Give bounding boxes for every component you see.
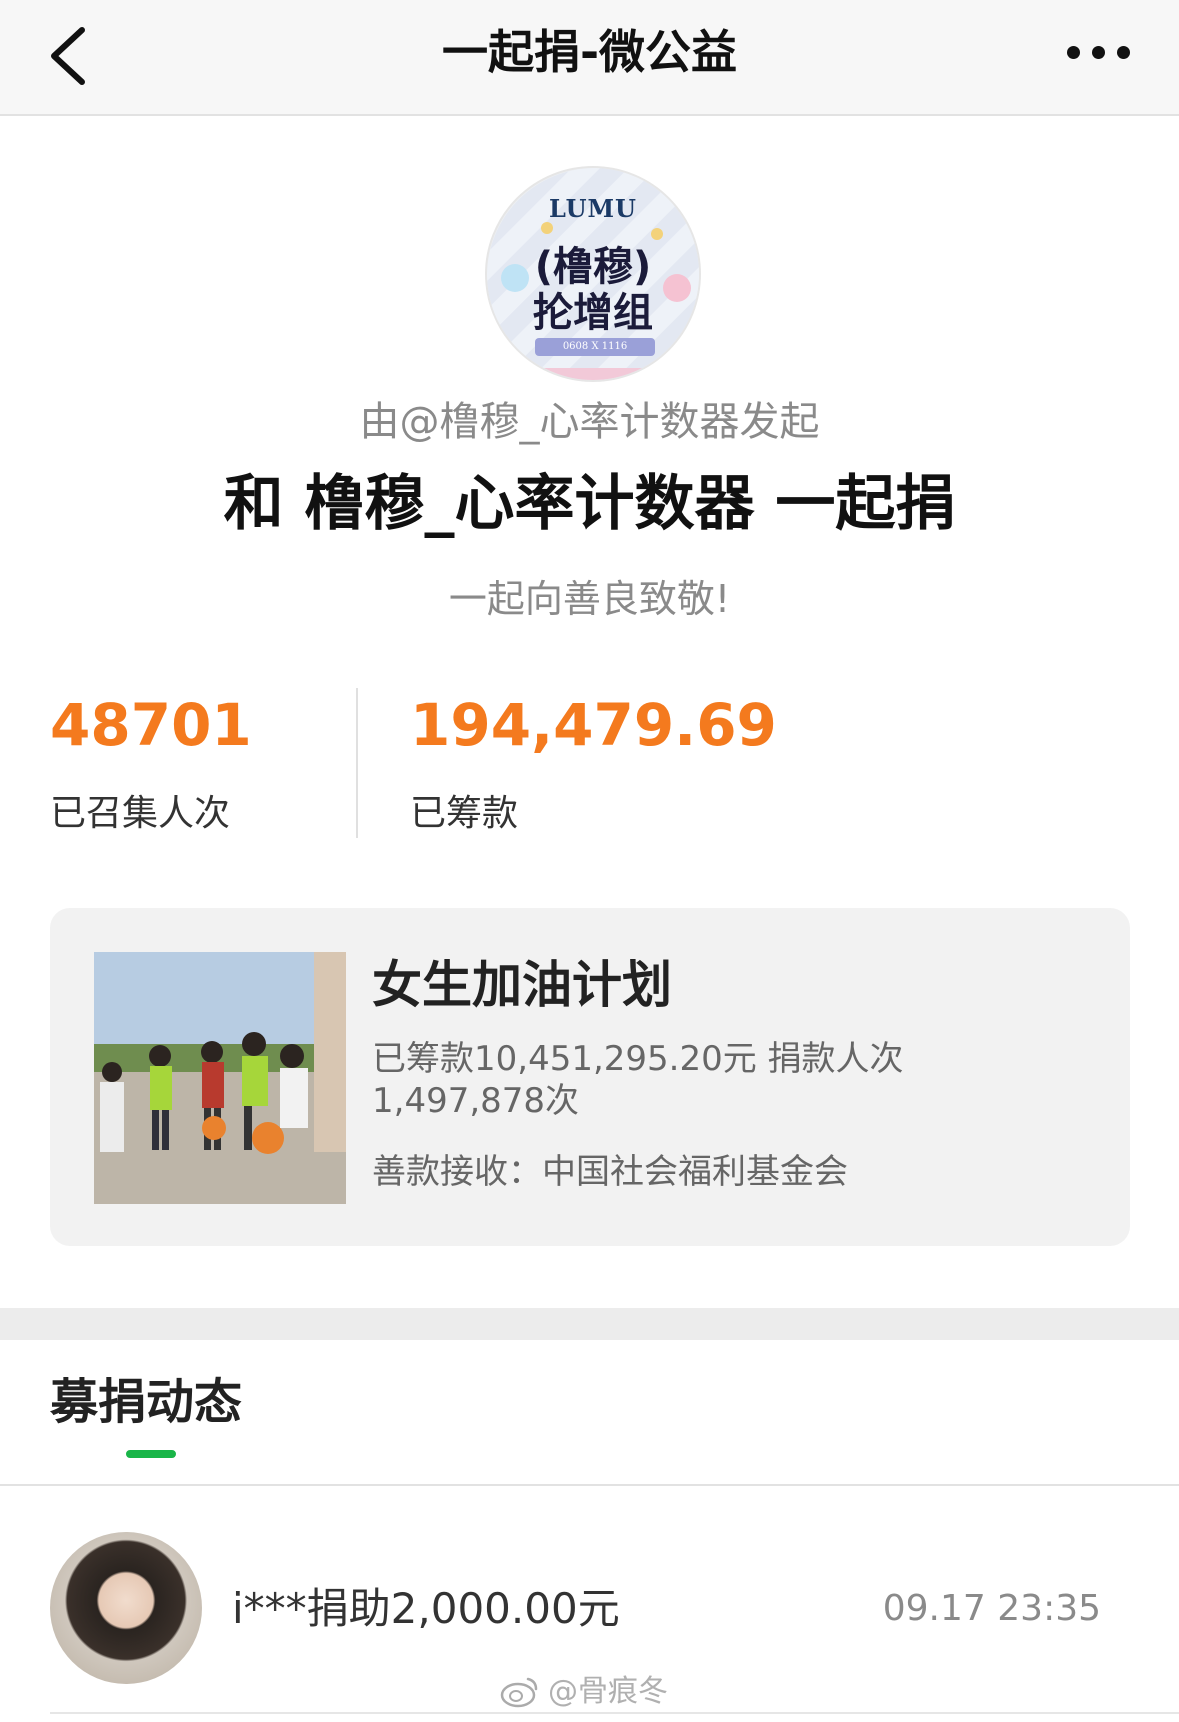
page-title: 一起捐-微公益	[441, 25, 738, 79]
active-tab-indicator	[126, 1450, 176, 1458]
campaign-headline: 和 橹穆_心率计数器 一起捐	[223, 469, 956, 539]
project-card[interactable]: 女生加油计划 已筹款10,451,295.20元 捐款人次1,497,878次 …	[50, 908, 1130, 1246]
initiator-text[interactable]: 由@橹穆_心率计数器发起	[0, 396, 1179, 448]
project-stats: 已筹款10,451,295.20元 捐款人次1,497,878次	[372, 1039, 904, 1121]
tab-donation-activity[interactable]: 募捐动态	[50, 1370, 242, 1434]
project-receiver: 善款接收：中国社会福利基金会	[372, 1152, 848, 1192]
stats-divider	[356, 688, 358, 838]
more-button[interactable]	[1053, 22, 1143, 82]
watermark: @骨痕冬	[500, 1670, 668, 1714]
more-horizontal-icon	[1066, 45, 1130, 59]
donation-text: i***捐助2,000.00元	[232, 1584, 620, 1633]
raised-amount-label: 已筹款	[410, 793, 519, 834]
initiator-avatar[interactable]: LUMU (橹穆) 抡增组 0608 X 1116	[485, 166, 701, 382]
donation-time: 09.17 23:35	[882, 1588, 1101, 1629]
project-title: 女生加油计划	[372, 956, 672, 1014]
participant-count: 48701	[50, 691, 252, 759]
watermark-text: @骨痕冬	[548, 1674, 668, 1709]
top-navbar: 一起捐-微公益	[0, 0, 1179, 116]
project-thumbnail	[94, 952, 346, 1204]
campaign-slogan: 一起向善良致敬!	[448, 577, 731, 621]
avatar-banner: 0608 X 1116	[535, 338, 655, 356]
participant-count-label: 已召集人次	[50, 793, 231, 834]
avatar-top-text: LUMU	[549, 194, 637, 223]
avatar-line2: 抡增组	[533, 290, 653, 336]
weibo-icon	[500, 1677, 538, 1708]
section-separator	[0, 1308, 1179, 1340]
raised-amount: 194,479.69	[410, 691, 777, 759]
project-photo	[94, 952, 346, 1204]
donor-avatar	[50, 1532, 202, 1684]
